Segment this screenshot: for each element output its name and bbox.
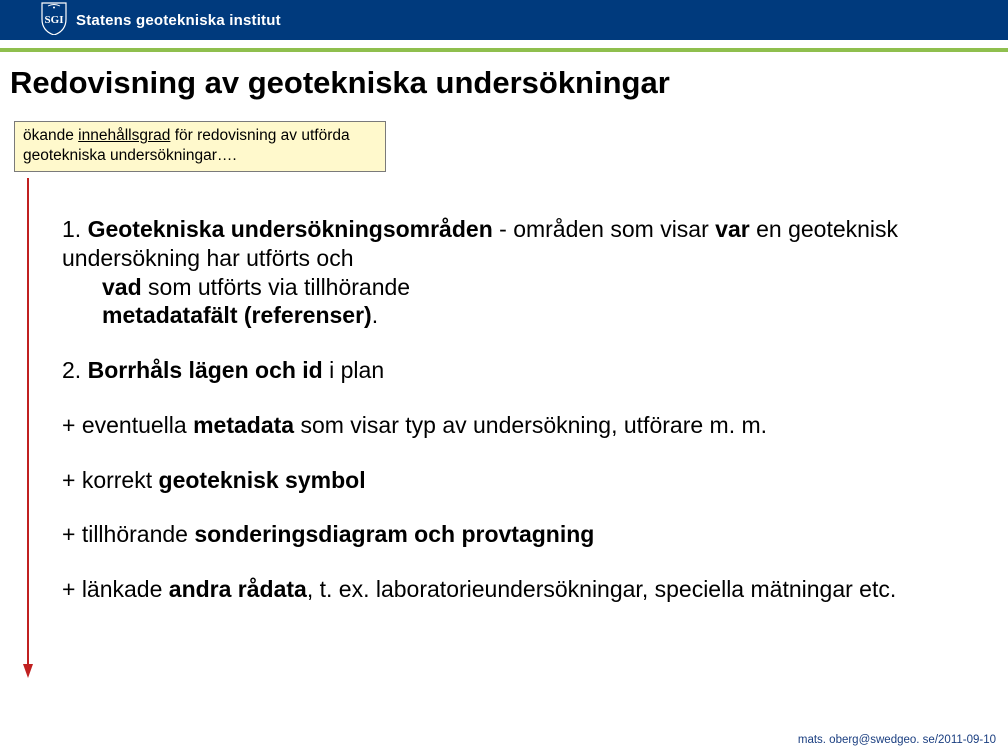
- item-text: som visar typ av undersökning, utförare …: [294, 412, 767, 438]
- item-text: + eventuella: [62, 412, 193, 438]
- list-item-6: + länkade andra rådata, t. ex. laborator…: [62, 575, 978, 604]
- item-text: sonderingsdiagram och provtagning: [194, 521, 594, 547]
- down-arrow-icon: [23, 178, 33, 678]
- item-num: 1.: [62, 216, 88, 242]
- item-text: .: [372, 302, 378, 328]
- item-text: andra rådata: [169, 576, 307, 602]
- item-text: geoteknisk symbol: [159, 467, 366, 493]
- list-item-1: 1. Geotekniska undersökningsområden - om…: [62, 215, 978, 330]
- title-bold: Redovisning: [10, 65, 196, 100]
- item-text: var: [715, 216, 750, 242]
- title-rest: av geotekniska undersökningar: [196, 65, 670, 100]
- list-item-3: + eventuella metadata som visar typ av u…: [62, 411, 978, 440]
- list-item-5: + tillhörande sonderingsdiagram och prov…: [62, 520, 978, 549]
- item-text: metadatafält (referenser): [102, 302, 372, 328]
- list-item-4: + korrekt geoteknisk symbol: [62, 466, 978, 495]
- callout-underlined: innehållsgrad: [78, 127, 170, 144]
- callout-pre: ökande: [23, 127, 78, 144]
- item-text: Borrhåls lägen och id: [88, 357, 323, 383]
- org-name: Statens geotekniska institut: [76, 12, 281, 29]
- item-text: metadata: [193, 412, 294, 438]
- logo-abbrev: SGI: [45, 14, 64, 26]
- logo: SGI Statens geotekniska institut: [40, 1, 281, 40]
- content-list: 1. Geotekniska undersökningsområden - om…: [62, 215, 978, 630]
- footer-text: mats. oberg@swedgeo. se/2011-09-10: [798, 734, 996, 746]
- page-title: Redovisning av geotekniska undersökninga…: [0, 52, 1008, 109]
- item-text: , t. ex. laboratorieundersökningar, spec…: [307, 576, 896, 602]
- sgi-crest-icon: SGI: [40, 1, 68, 40]
- item-text: - områden som visar: [493, 216, 715, 242]
- item-text: + tillhörande: [62, 521, 194, 547]
- item-text: vad: [102, 274, 142, 300]
- item-text: Geotekniska undersökningsområden: [88, 216, 493, 242]
- item-text: som utförts via tillhörande: [142, 274, 410, 300]
- item-num: 2.: [62, 357, 88, 383]
- header: SGI Statens geotekniska institut: [0, 0, 1008, 40]
- callout-box: ökande innehållsgrad för redovisning av …: [14, 121, 386, 172]
- list-item-2: 2. Borrhåls lägen och id i plan: [62, 356, 978, 385]
- item-text: i plan: [323, 357, 384, 383]
- item-text: + korrekt: [62, 467, 159, 493]
- item-text: + länkade: [62, 576, 169, 602]
